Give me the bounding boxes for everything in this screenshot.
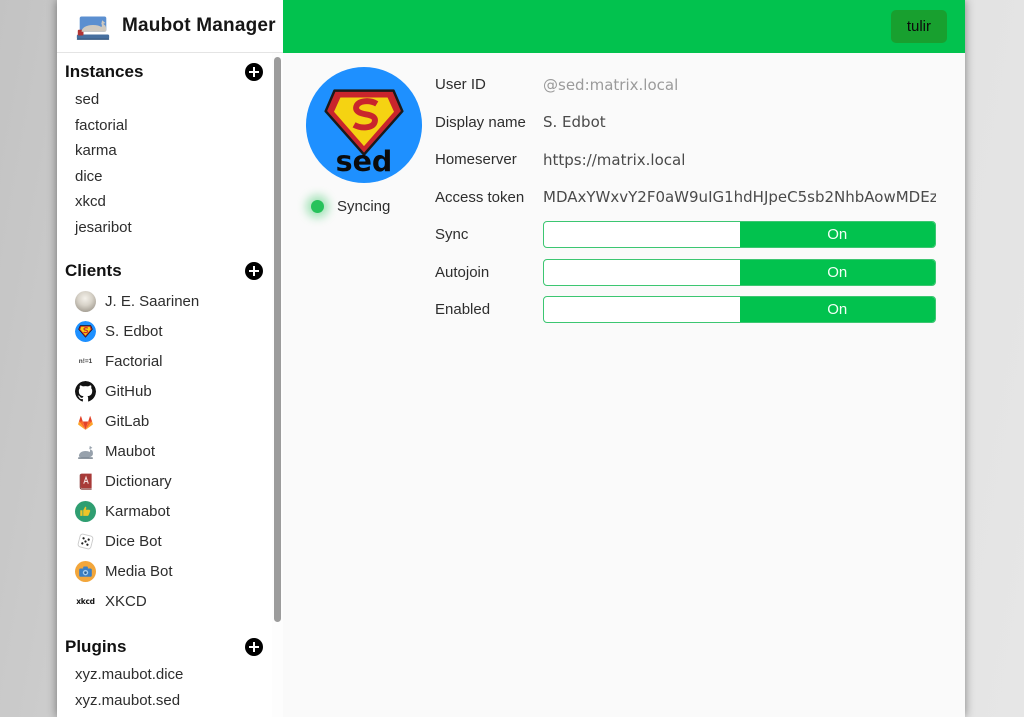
field-row-display-name: Display name S. Edbot xyxy=(435,104,936,142)
sidebar-item-client-sedbot[interactable]: S. Edbot xyxy=(65,316,283,346)
gitlab-icon xyxy=(75,411,96,432)
field-row-access-token: Access token MDAxYWxvY2F0aW9uIG1hdHJpeC5… xyxy=(435,179,936,217)
sidebar-item-instance-factorial[interactable]: factorial xyxy=(65,113,283,139)
app-header-brand: Maubot Manager xyxy=(57,0,283,53)
client-label: Karmabot xyxy=(105,503,170,520)
sidebar-item-instance-karma[interactable]: karma xyxy=(65,138,283,164)
sync-status: Syncing xyxy=(305,198,435,215)
sidebar-item-instance-xkcd[interactable]: xkcd xyxy=(65,189,283,215)
sidebar-item-client-saarinen[interactable]: J. E. Saarinen xyxy=(65,286,283,316)
homeserver-label: Homeserver xyxy=(435,151,543,168)
sync-status-text: Syncing xyxy=(337,198,390,215)
autojoin-toggle-on-half[interactable]: On xyxy=(740,260,936,285)
sync-status-dot-icon xyxy=(311,200,324,213)
sidebar-scrollbar-thumb[interactable] xyxy=(274,57,281,622)
sidebar-item-client-gitlab[interactable]: GitLab xyxy=(65,406,283,436)
app-content: Instances sed factorial karma dice xkcd … xyxy=(57,53,965,717)
clients-section-title: Clients xyxy=(65,261,122,281)
maubot-logo-icon xyxy=(74,9,112,43)
dice-icon xyxy=(75,531,96,552)
user-id-label: User ID xyxy=(435,76,543,93)
display-name-value[interactable]: S. Edbot xyxy=(543,113,936,131)
sync-toggle[interactable]: On xyxy=(543,221,936,248)
sidebar-item-client-dicebot[interactable]: Dice Bot xyxy=(65,526,283,556)
toggle-row-autojoin: Autojoin On xyxy=(435,254,936,292)
client-label: Dictionary xyxy=(105,473,172,490)
add-plugin-button[interactable] xyxy=(245,638,263,656)
user-id-value[interactable]: @sed:matrix.local xyxy=(543,76,936,94)
sidebar-item-client-github[interactable]: GitHub xyxy=(65,376,283,406)
instances-section-title: Instances xyxy=(65,62,143,82)
client-label: GitHub xyxy=(105,383,152,400)
client-label: XKCD xyxy=(105,593,147,610)
sidebar-item-instance-dice[interactable]: dice xyxy=(65,164,283,190)
client-label: GitLab xyxy=(105,413,149,430)
sidebar-item-client-xkcd[interactable]: xkcd XKCD xyxy=(65,586,283,616)
display-name-label: Display name xyxy=(435,114,543,131)
instance-fields: User ID @sed:matrix.local Display name S… xyxy=(435,66,936,717)
autojoin-toggle-label: Autojoin xyxy=(435,264,543,281)
superman-shield-icon xyxy=(75,321,96,342)
person-photo-icon xyxy=(75,291,96,312)
sidebar-item-plugin-sed[interactable]: xyz.maubot.sed xyxy=(65,688,283,714)
github-icon xyxy=(75,381,96,402)
homeserver-value[interactable]: https://matrix.local xyxy=(543,151,936,169)
client-label: Maubot xyxy=(105,443,155,460)
sync-toggle-on-half[interactable]: On xyxy=(740,222,936,247)
camera-icon xyxy=(75,561,96,582)
sidebar-item-client-dictionary[interactable]: Dictionary xyxy=(65,466,283,496)
dictionary-book-icon xyxy=(75,471,96,492)
instances-section-header: Instances xyxy=(65,55,283,87)
instance-avatar: sed xyxy=(305,66,423,184)
user-menu-button[interactable]: tulir xyxy=(891,10,947,43)
client-label: Media Bot xyxy=(105,563,173,580)
sidebar-item-client-factorial[interactable]: n!=1 Factorial xyxy=(65,346,283,376)
access-token-label: Access token xyxy=(435,189,543,206)
enabled-toggle-label: Enabled xyxy=(435,301,543,318)
sidebar: Instances sed factorial karma dice xkcd … xyxy=(57,53,283,717)
sidebar-scrollbar-track[interactable] xyxy=(272,53,283,717)
enabled-toggle-off-half[interactable] xyxy=(544,297,740,322)
sidebar-item-client-maubot[interactable]: Maubot xyxy=(65,436,283,466)
sidebar-item-instance-jesaribot[interactable]: jesaribot xyxy=(65,215,283,241)
sidebar-item-client-mediabot[interactable]: Media Bot xyxy=(65,556,283,586)
client-label: Dice Bot xyxy=(105,533,162,550)
instance-detail-panel: sed Syncing User ID @sed:matrix.local Di… xyxy=(283,53,965,717)
plugins-section-title: Plugins xyxy=(65,637,126,657)
enabled-toggle[interactable]: On xyxy=(543,296,936,323)
thumbs-up-icon xyxy=(75,501,96,522)
avatar-column: sed Syncing xyxy=(305,66,435,717)
clients-section-header: Clients xyxy=(65,254,283,286)
enabled-toggle-on-half[interactable]: On xyxy=(740,297,936,322)
sidebar-item-plugin-dice[interactable]: xyz.maubot.dice xyxy=(65,662,283,688)
client-label: Factorial xyxy=(105,353,163,370)
app-header-bar: tulir xyxy=(283,0,965,53)
sync-toggle-label: Sync xyxy=(435,226,543,243)
add-instance-button[interactable] xyxy=(245,63,263,81)
app-header: Maubot Manager tulir xyxy=(57,0,965,53)
toggle-row-sync: Sync On xyxy=(435,216,936,254)
field-row-homeserver: Homeserver https://matrix.local xyxy=(435,141,936,179)
maubot-cat-icon xyxy=(75,441,96,462)
toggle-row-enabled: Enabled On xyxy=(435,291,936,329)
autojoin-toggle[interactable]: On xyxy=(543,259,936,286)
field-row-user-id: User ID @sed:matrix.local xyxy=(435,66,936,104)
sync-toggle-off-half[interactable] xyxy=(544,222,740,247)
autojoin-toggle-off-half[interactable] xyxy=(544,260,740,285)
access-token-value[interactable]: MDAxYWxvY2F0aW9uIG1hdHJpeC5sb2NhbAowMDEz… xyxy=(543,188,936,206)
client-label: S. Edbot xyxy=(105,323,163,340)
xkcd-logo-icon: xkcd xyxy=(75,591,96,612)
plugins-section-header: Plugins xyxy=(65,630,283,662)
sidebar-item-instance-sed[interactable]: sed xyxy=(65,87,283,113)
client-label: J. E. Saarinen xyxy=(105,293,199,310)
factorial-formula-icon: n!=1 xyxy=(75,351,96,372)
add-client-button[interactable] xyxy=(245,262,263,280)
app-window: Maubot Manager tulir Instances sed facto… xyxy=(57,0,965,717)
app-title: Maubot Manager xyxy=(122,15,276,37)
avatar-name-text: sed xyxy=(336,145,393,178)
sidebar-item-client-karmabot[interactable]: Karmabot xyxy=(65,496,283,526)
